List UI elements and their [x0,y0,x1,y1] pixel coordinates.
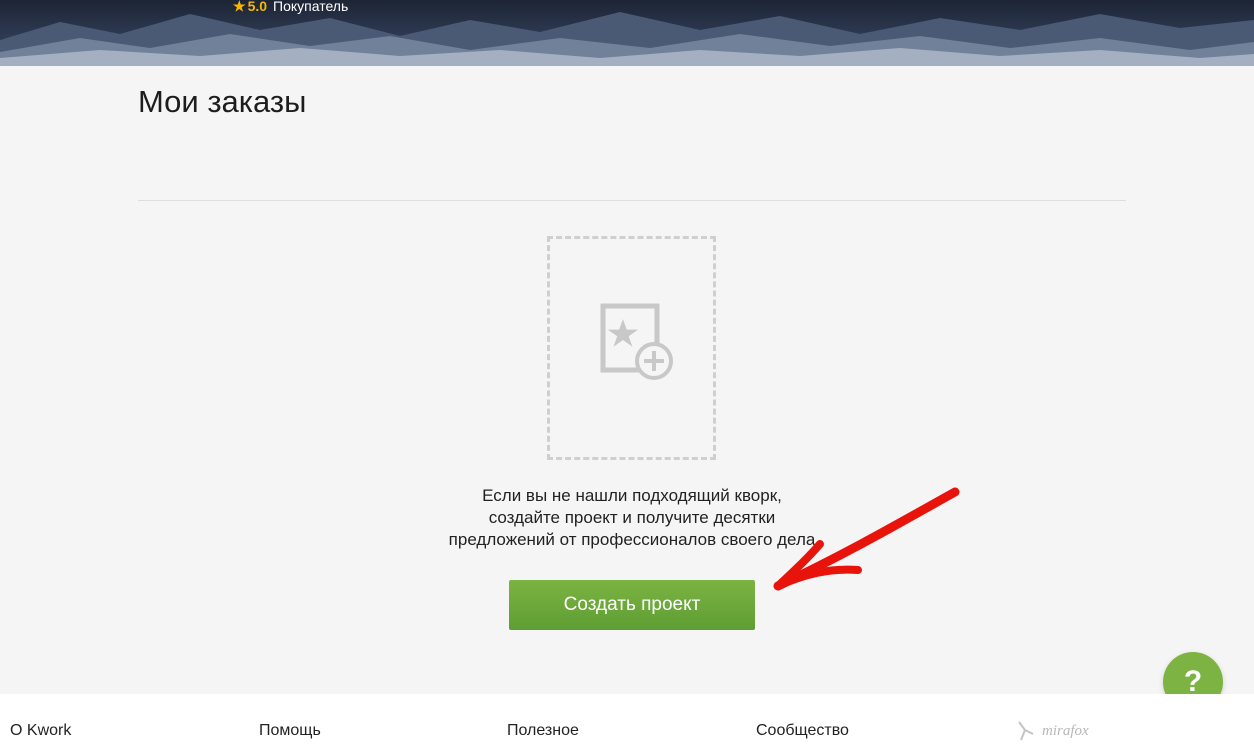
footer-link-about[interactable]: О Kwork [10,722,71,740]
mirafox-brand: mirafox [1042,722,1089,739]
footer-link-community[interactable]: Сообщество [756,722,849,740]
footer-link-help[interactable]: Помощь [259,722,321,740]
profile-header-banner: ★ 5.0 Покупатель [0,0,1254,66]
rating-value: 5.0 [247,0,268,14]
footer-link-useful[interactable]: Полезное [507,722,579,740]
seller-rating: ★ 5.0 [233,0,267,14]
create-project-button[interactable]: Создать проект [509,580,755,630]
star-icon: ★ [233,0,246,14]
mirafox-logo: mirafox [1016,720,1089,742]
mountain-background [0,12,1254,66]
empty-state-placeholder [547,236,716,460]
footer: О Kwork Помощь Полезное Сообщество miraf… [0,694,1254,745]
fox-icon [1018,721,1034,741]
page-title: Мои заказы [138,84,307,119]
divider [138,200,1126,201]
red-arrow-annotation [773,487,960,591]
add-kwork-icon [600,303,673,380]
user-role: Покупатель [273,0,349,14]
